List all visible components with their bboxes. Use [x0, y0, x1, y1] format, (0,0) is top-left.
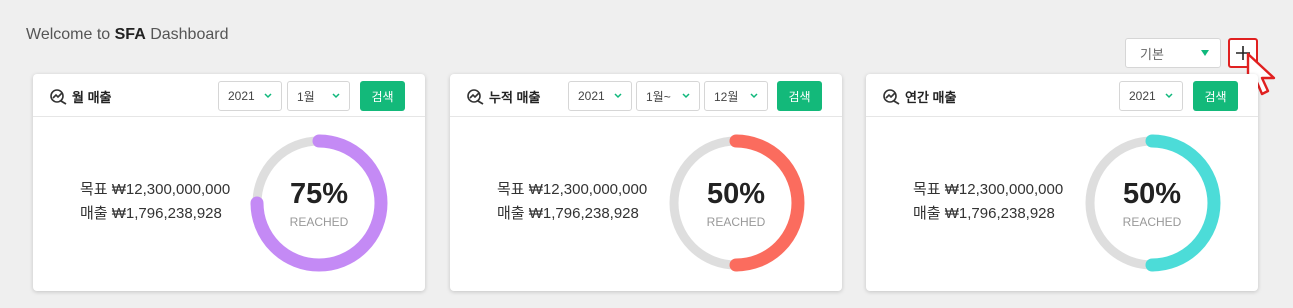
chevron-down-icon [332, 93, 340, 99]
gauge-percent: 50% [707, 178, 765, 210]
gauge-arc-start-cap [729, 134, 743, 148]
view-select[interactable]: 기본 [1125, 38, 1221, 68]
progress-gauge: 50% REACHED [1085, 134, 1221, 272]
start-month-select[interactable]: 1월~ [636, 81, 700, 111]
chevron-down-icon [682, 93, 690, 99]
sales-amount: 매출 ₩1,796,238,928 [913, 205, 1055, 222]
month-select[interactable]: 1월 [287, 81, 350, 111]
card-metrics: 목표 ₩12,300,000,000 매출 ₩1,796,238,928 [80, 178, 230, 226]
target-amount: 목표 ₩12,300,000,000 [913, 181, 1064, 198]
chevron-down-icon [264, 93, 272, 99]
gauge-reached-label: REACHED [290, 215, 349, 229]
sales-amount: 매출 ₩1,796,238,928 [497, 205, 639, 222]
progress-gauge: 75% REACHED [250, 134, 388, 272]
brand-name: SFA [114, 26, 146, 43]
year-select[interactable]: 2021 [1119, 81, 1183, 111]
sales-chart-icon [883, 88, 900, 105]
year-select[interactable]: 2021 [218, 81, 282, 111]
sales-amount: 매출 ₩1,796,238,928 [80, 205, 222, 222]
card-header: 누적 매출 2021 1월~ 12월 검색 [450, 74, 842, 117]
card-title: 연간 매출 [883, 87, 956, 106]
target-amount: 목표 ₩12,300,000,000 [80, 181, 231, 198]
card-header: 연간 매출 2021 검색 [866, 74, 1258, 117]
card-annual-sales: 연간 매출 2021 검색 목표 ₩12,300,000,000 매출 ₩1,7… [866, 74, 1258, 291]
gauge-reached-label: REACHED [1123, 215, 1182, 229]
sales-chart-icon [50, 88, 67, 105]
target-amount: 목표 ₩12,300,000,000 [497, 181, 648, 198]
gauge-arc-end-cap [1145, 258, 1159, 272]
gauge-arc-start-cap [1145, 134, 1159, 148]
card-metrics: 목표 ₩12,300,000,000 매출 ₩1,796,238,928 [913, 178, 1063, 226]
card-monthly-sales: 월 매출 2021 1월 검색 목표 ₩12,300,000,000 매출 ₩1… [33, 74, 425, 291]
search-button[interactable]: 검색 [1193, 81, 1238, 111]
sales-chart-icon [467, 88, 484, 105]
gauge-reached-label: REACHED [707, 215, 766, 229]
card-title: 월 매출 [50, 87, 112, 106]
chevron-down-icon [750, 93, 758, 99]
welcome-title: Welcome to SFA Dashboard [26, 26, 229, 43]
chevron-down-icon [614, 93, 622, 99]
gauge-arc-start-cap [312, 134, 326, 148]
search-button[interactable]: 검색 [360, 81, 405, 111]
gauge-percent: 75% [290, 178, 348, 210]
end-month-select[interactable]: 12월 [704, 81, 768, 111]
gauge-arc-end-cap [729, 258, 743, 272]
card-title: 누적 매출 [467, 87, 540, 106]
card-cumulative-sales: 누적 매출 2021 1월~ 12월 검색 목표 ₩12,300,000,000… [450, 74, 842, 291]
caret-down-icon [1201, 50, 1209, 56]
chevron-down-icon [1165, 93, 1173, 99]
year-select[interactable]: 2021 [568, 81, 632, 111]
search-button[interactable]: 검색 [777, 81, 822, 111]
card-metrics: 목표 ₩12,300,000,000 매출 ₩1,796,238,928 [497, 178, 647, 226]
gauge-arc-end-cap [250, 196, 264, 210]
progress-gauge: 50% REACHED [669, 134, 805, 272]
view-select-value: 기본 [1140, 46, 1164, 62]
gauge-percent: 50% [1123, 178, 1181, 210]
card-header: 월 매출 2021 1월 검색 [33, 74, 425, 117]
